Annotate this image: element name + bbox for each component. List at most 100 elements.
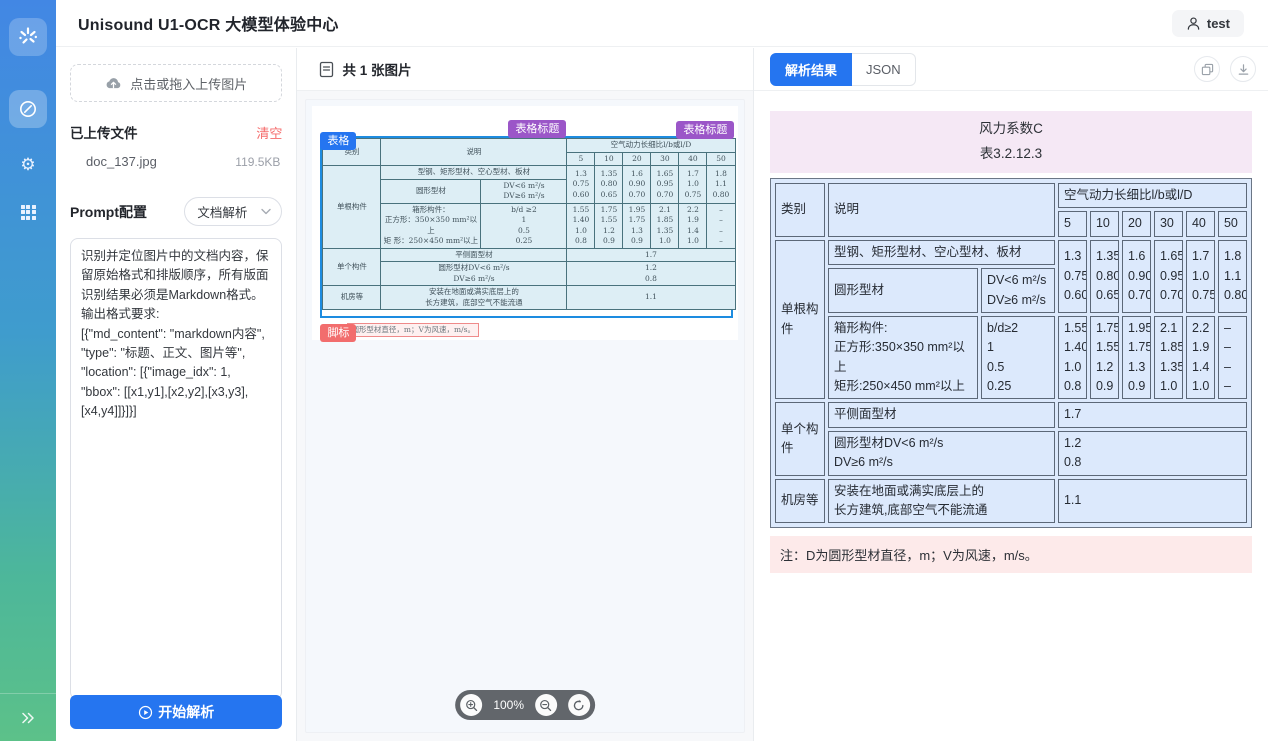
sidebar-collapse-button[interactable] bbox=[0, 693, 56, 741]
table-cell: 40 bbox=[679, 152, 707, 166]
rotate-icon bbox=[573, 699, 586, 712]
table-cell: 空气动力长细比l/b或l/D bbox=[567, 139, 735, 153]
table-cell: 1.65 0.95 0.70 bbox=[651, 166, 679, 204]
parsed-table-number: 表3.2.12.3 bbox=[770, 141, 1252, 166]
upload-dropzone[interactable]: 点击或拖入上传图片 bbox=[70, 64, 282, 102]
upload-dropzone-label: 点击或拖入上传图片 bbox=[130, 74, 247, 93]
tab-json[interactable]: JSON bbox=[852, 53, 916, 86]
annotation-badge-table-title: 表格标题 bbox=[676, 121, 734, 139]
table-cell: 1.2 0.8 bbox=[567, 262, 735, 286]
preview-header: 共 1 张图片 bbox=[297, 48, 753, 91]
table-cell: 1.65 0.95 0.70 bbox=[1154, 240, 1183, 313]
table-cell: DV<6 m²/s DV≥6 m²/s bbox=[481, 179, 567, 203]
file-size: 119.5KB bbox=[235, 155, 280, 169]
table-cell: – – – – bbox=[1218, 316, 1247, 400]
result-panel: 解析结果 JSON 风力系 bbox=[754, 48, 1268, 741]
document-table: 类别说明空气动力长细比l/b或l/D51020304050单根构件型钢、矩形型材… bbox=[322, 138, 731, 310]
table-cell: – – – – bbox=[707, 203, 735, 248]
result-content: 风力系数C 表3.2.12.3 类别说明空气动力长细比l/b或l/D510203… bbox=[754, 91, 1268, 741]
table-cell: 箱形构件： 正方形：350×350 mm²以上 矩 形：250×450 mm²以… bbox=[381, 203, 481, 248]
table-cell: 2.2 1.9 1.4 1.0 bbox=[679, 203, 707, 248]
table-cell: 1.95 1.75 1.3 0.9 bbox=[623, 203, 651, 248]
table-cell: 1.3 0.75 0.60 bbox=[1058, 240, 1087, 313]
table-cell: 空气动力长细比l/b或l/D bbox=[1058, 183, 1247, 208]
table-cell: 类别 bbox=[775, 183, 825, 237]
table-cell: 圆形型材 bbox=[381, 179, 481, 203]
uploaded-files-title: 已上传文件 bbox=[70, 122, 138, 142]
table-cell: 2.1 1.85 1.35 1.0 bbox=[1154, 316, 1183, 400]
logo-spark-icon bbox=[16, 25, 40, 49]
table-cell: 机房等 bbox=[323, 286, 381, 310]
table-cell: 1.7 1.0 0.75 bbox=[1186, 240, 1215, 313]
table-cell: 20 bbox=[623, 152, 651, 166]
zoom-toolbar: 100% bbox=[455, 690, 595, 720]
preview-panel: 共 1 张图片 表格标题 表格标题 类别说明空气动力长细比l/b或l/D5102… bbox=[297, 48, 754, 741]
table-cell: 10 bbox=[1090, 211, 1119, 236]
tab-parse-result[interactable]: 解析结果 bbox=[770, 53, 852, 86]
sidebar-item-apps[interactable] bbox=[9, 200, 47, 224]
prompt-config-label: Prompt配置 bbox=[70, 202, 147, 222]
table-cell: 单个构件 bbox=[775, 402, 825, 475]
table-cell: 10 bbox=[595, 152, 623, 166]
zoom-in-icon bbox=[465, 699, 478, 712]
table-cell: 安装在地面或满实底层上的 长方建筑，底部空气不能流通 bbox=[381, 286, 567, 310]
copy-icon bbox=[1201, 63, 1214, 76]
table-cell: 1.55 1.40 1.0 0.8 bbox=[1058, 316, 1087, 400]
parsed-table-title: 风力系数C bbox=[770, 116, 1252, 141]
parsed-footnote: 注：D为圆形型材直径，m；V为风速，m/s。 bbox=[770, 536, 1252, 573]
start-parse-label: 开始解析 bbox=[158, 702, 214, 722]
zoom-out-button[interactable] bbox=[535, 694, 557, 716]
chevron-down-icon bbox=[261, 208, 271, 215]
zoom-in-button[interactable] bbox=[460, 694, 482, 716]
config-panel: 点击或拖入上传图片 已上传文件 清空 doc_137.jpg 119.5KB P… bbox=[56, 48, 297, 741]
table-cell: 型钢、矩形型材、空心型材、板材 bbox=[828, 240, 1055, 265]
rotate-button[interactable] bbox=[568, 694, 590, 716]
copy-button[interactable] bbox=[1194, 56, 1220, 82]
table-cell: DV<6 m²/s DV≥6 m²/s bbox=[981, 268, 1055, 313]
sidebar-item-experience[interactable] bbox=[9, 90, 47, 128]
document-icon bbox=[319, 61, 334, 78]
prompt-mode-value: 文档解析 bbox=[197, 202, 247, 221]
annotation-badge-table: 表格 bbox=[320, 132, 356, 150]
grid-icon bbox=[21, 205, 36, 220]
table-cell: 1.8 1.1 0.80 bbox=[707, 166, 735, 204]
table-cell: 5 bbox=[567, 152, 595, 166]
prompt-mode-select[interactable]: 文档解析 bbox=[184, 197, 282, 226]
table-cell: b/d ≥2 1 0.5 0.25 bbox=[481, 203, 567, 248]
table-cell: 平侧面型材 bbox=[381, 248, 567, 262]
table-cell: 圆形型材 bbox=[828, 268, 978, 313]
user-badge[interactable]: test bbox=[1172, 10, 1244, 37]
download-icon bbox=[1237, 63, 1250, 76]
table-cell: 说明 bbox=[381, 139, 567, 166]
table-cell: 30 bbox=[651, 152, 679, 166]
start-parse-button[interactable]: 开始解析 bbox=[70, 695, 282, 729]
clear-files-button[interactable]: 清空 bbox=[256, 123, 282, 142]
page-title: Unisound U1-OCR 大模型体验中心 bbox=[78, 11, 339, 35]
prompt-textarea[interactable]: 识别并定位图片中的文档内容，保留原始格式和排版顺序，所有版面识别结果必须是Mar… bbox=[70, 238, 282, 700]
sidebar-item-settings[interactable]: ⚙ bbox=[9, 152, 47, 176]
app-logo[interactable] bbox=[9, 18, 47, 56]
user-icon bbox=[1186, 16, 1201, 31]
download-button[interactable] bbox=[1230, 56, 1256, 82]
annotation-badge-footnote: 脚标 bbox=[320, 324, 356, 342]
table-cell: 1.7 bbox=[567, 248, 735, 262]
table-cell: 1.1 bbox=[1058, 479, 1247, 524]
table-cell: 50 bbox=[1218, 211, 1247, 236]
document-image: 表格标题 表格标题 类别说明空气动力长细比l/b或l/D51020304050单… bbox=[312, 106, 738, 340]
table-cell: b/d≥2 1 0.5 0.25 bbox=[981, 316, 1055, 400]
parsed-table: 类别说明空气动力长细比l/b或l/D51020304050单根构件型钢、矩形型材… bbox=[772, 180, 1250, 526]
result-tools bbox=[1194, 56, 1256, 82]
table-cell: 1.35 0.80 0.65 bbox=[595, 166, 623, 204]
parsed-table-title-block: 风力系数C 表3.2.12.3 bbox=[770, 111, 1252, 173]
parsed-table-block: 类别说明空气动力长细比l/b或l/D51020304050单根构件型钢、矩形型材… bbox=[770, 178, 1252, 528]
table-cell: 单根构件 bbox=[323, 166, 381, 249]
table-cell: 机房等 bbox=[775, 479, 825, 524]
table-cell: 箱形构件: 正方形:350×350 mm²以上 矩形:250×450 mm²以上 bbox=[828, 316, 978, 400]
table-cell: 单个构件 bbox=[323, 248, 381, 286]
file-item[interactable]: doc_137.jpg 119.5KB bbox=[70, 154, 282, 169]
table-cell: 圆形型材DV<6 m²/s DV≥6 m²/s bbox=[381, 262, 567, 286]
table-cell: 1.6 0.90 0.70 bbox=[1122, 240, 1151, 313]
table-cell: 圆形型材DV<6 m²/s DV≥6 m²/s bbox=[828, 431, 1055, 476]
double-chevron-right-icon bbox=[20, 711, 36, 725]
table-cell: 20 bbox=[1122, 211, 1151, 236]
